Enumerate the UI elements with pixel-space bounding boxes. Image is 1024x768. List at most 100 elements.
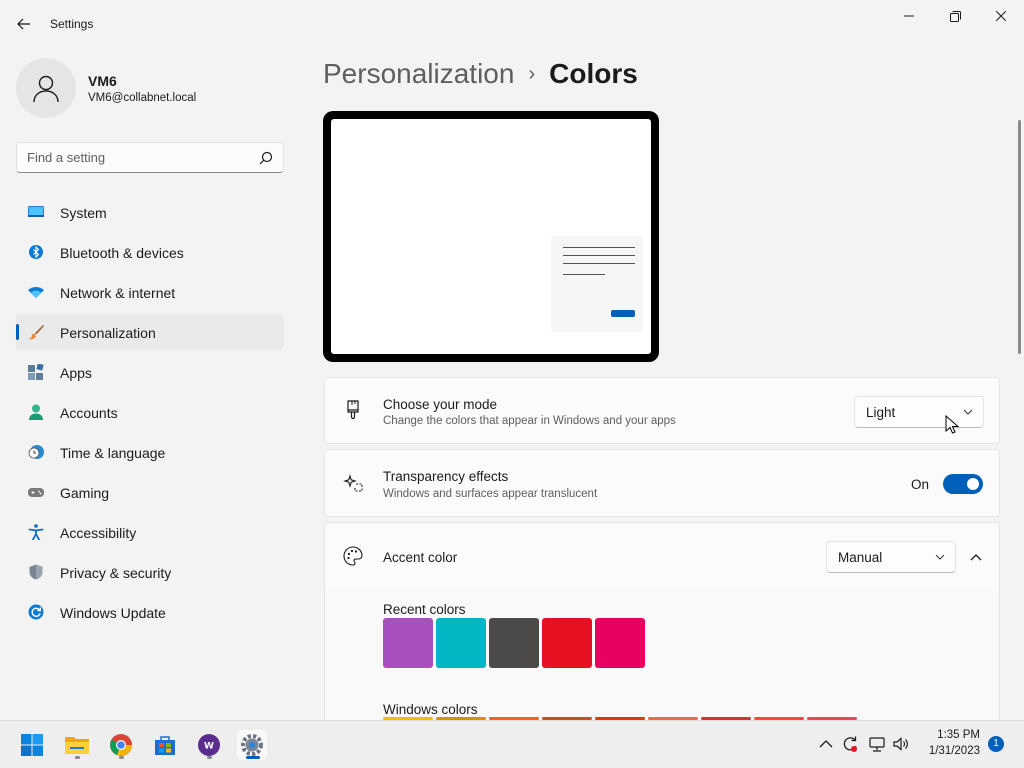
accent-dropdown[interactable]: Manual	[826, 541, 956, 573]
sync-icon[interactable]	[841, 735, 859, 753]
color-swatch[interactable]	[436, 618, 486, 668]
store-icon	[155, 736, 175, 755]
transparency-card: Transparency effects Windows and surface…	[324, 449, 1000, 517]
chrome-icon	[110, 734, 132, 756]
sparkle-icon	[343, 474, 363, 492]
user-name: VM6	[88, 73, 117, 89]
color-swatch[interactable]	[542, 618, 592, 668]
accent-dropdown-value: Manual	[838, 550, 883, 565]
sidebar-item-label: Gaming	[60, 485, 110, 501]
breadcrumb-separator: ›	[528, 62, 536, 85]
mouse-cursor-icon	[945, 415, 959, 434]
clock-time[interactable]: 1:35 PM	[920, 729, 980, 741]
search-icon[interactable]	[259, 151, 273, 165]
user-email: VM6@collabnet.local	[88, 92, 197, 104]
breadcrumb-parent-link[interactable]: Personalization	[323, 58, 514, 90]
maximize-button[interactable]	[932, 0, 978, 32]
minimize-icon	[904, 15, 914, 17]
preview-text-line	[563, 263, 635, 264]
title-bar: Settings	[0, 0, 1024, 44]
transparency-title: Transparency effects	[383, 469, 509, 484]
close-button[interactable]	[978, 0, 1024, 32]
person-icon	[33, 75, 59, 103]
start-button[interactable]	[17, 730, 47, 760]
person-icon	[29, 404, 43, 420]
webex-button[interactable]: W	[194, 730, 224, 760]
sidebar-item-apps[interactable]: Apps	[16, 354, 284, 390]
sidebar-item-label: Bluetooth & devices	[60, 245, 184, 261]
file-explorer-button[interactable]	[62, 730, 92, 760]
sidebar-item-label: System	[60, 205, 107, 221]
active-app-indicator	[246, 756, 260, 759]
color-swatch[interactable]	[595, 618, 645, 668]
store-button[interactable]	[150, 730, 180, 760]
sidebar-item-label: Apps	[60, 365, 92, 381]
settings-button[interactable]	[237, 730, 267, 760]
chrome-button[interactable]	[106, 730, 136, 760]
back-button[interactable]	[10, 10, 38, 38]
preview-accent-button	[611, 310, 635, 317]
svg-text:W: W	[204, 742, 214, 752]
palette-icon	[343, 546, 363, 566]
scrollbar-thumb[interactable]	[1018, 120, 1021, 354]
sidebar-item-privacy-security[interactable]: Privacy & security	[16, 554, 284, 590]
accent-collapse-button[interactable]	[964, 545, 988, 569]
accessibility-icon	[28, 524, 44, 540]
sidebar-item-windows-update[interactable]: Windows Update	[16, 594, 284, 630]
file-explorer-icon	[65, 737, 89, 754]
sidebar-item-label: Network & internet	[60, 285, 176, 301]
mode-subtitle: Change the colors that appear in Windows…	[383, 415, 676, 427]
shield-icon	[29, 564, 43, 580]
chevron-up-icon[interactable]	[817, 735, 835, 753]
clock-date[interactable]: 1/31/2023	[920, 745, 980, 757]
windows-start-icon	[21, 734, 43, 756]
clock-globe-icon	[28, 445, 44, 459]
paintbrush-icon	[28, 325, 44, 340]
transparency-toggle[interactable]	[943, 474, 983, 494]
apps-icon	[28, 364, 44, 380]
running-indicator	[75, 756, 80, 759]
sidebar-item-bluetooth[interactable]: Bluetooth & devices	[16, 234, 284, 270]
taskbar: W	[0, 720, 1024, 768]
speaker-icon[interactable]	[892, 735, 910, 753]
color-swatch[interactable]	[489, 618, 539, 668]
sidebar-item-label: Personalization	[60, 325, 156, 341]
sidebar-item-system[interactable]: System	[16, 194, 284, 230]
sidebar-item-label: Windows Update	[60, 605, 166, 621]
chevron-down-icon	[935, 554, 945, 560]
sidebar-item-label: Accessibility	[60, 525, 137, 541]
wifi-icon	[28, 287, 44, 298]
sidebar-item-personalization[interactable]: Personalization	[16, 314, 284, 350]
avatar[interactable]	[16, 58, 76, 118]
preview-text-line	[563, 274, 605, 275]
preview-text-line	[563, 247, 635, 248]
gamepad-icon	[28, 488, 44, 497]
sidebar-item-accessibility[interactable]: Accessibility	[16, 514, 284, 550]
mode-title: Choose your mode	[383, 397, 498, 412]
transparency-state-label: On	[911, 477, 930, 492]
bluetooth-icon	[29, 245, 43, 259]
minimize-button[interactable]	[886, 0, 932, 32]
search-box	[16, 142, 284, 173]
close-icon	[996, 11, 1006, 21]
arrow-left-icon	[17, 18, 30, 30]
sidebar-item-network[interactable]: Network & internet	[16, 274, 284, 310]
network-icon[interactable]	[868, 735, 886, 753]
notification-badge[interactable]: 1	[988, 736, 1004, 752]
transparency-subtitle: Windows and surfaces appear translucent	[383, 488, 598, 500]
refresh-icon	[28, 604, 44, 620]
restore-icon	[949, 10, 961, 22]
webex-icon: W	[198, 734, 220, 756]
sidebar-nav: System Bluetooth & devices Network & int…	[16, 194, 284, 634]
sidebar-item-gaming[interactable]: Gaming	[16, 474, 284, 510]
sidebar-item-time-language[interactable]: Time & language	[16, 434, 284, 470]
chevron-down-icon	[963, 409, 973, 415]
page-title: Colors	[549, 58, 638, 89]
search-input[interactable]	[17, 143, 253, 172]
sidebar-item-accounts[interactable]: Accounts	[16, 394, 284, 430]
color-swatch[interactable]	[383, 618, 433, 668]
mode-dropdown[interactable]: Light	[854, 396, 984, 428]
preview-text-line	[563, 255, 635, 256]
chevron-up-icon	[970, 554, 982, 561]
windows-colors-label: Windows colors	[383, 702, 478, 717]
